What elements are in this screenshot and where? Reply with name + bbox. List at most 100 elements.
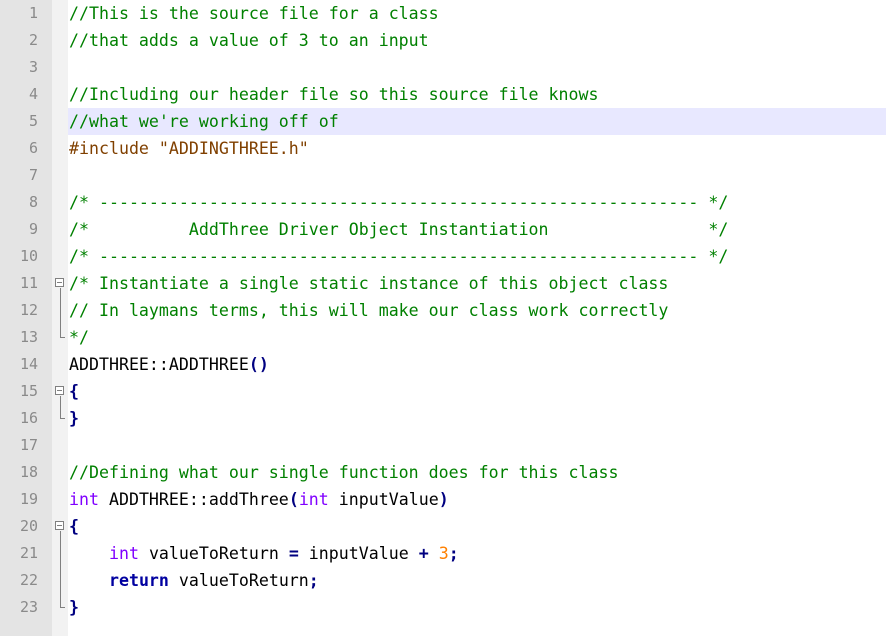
code-line[interactable]: 20 {: [0, 513, 886, 540]
fold-collapse-icon[interactable]: [55, 278, 64, 287]
code-token: inputValue: [298, 544, 419, 563]
code-token: }: [69, 409, 79, 428]
code-text: #include "ADDINGTHREE.h": [69, 135, 309, 162]
code-line[interactable]: 12 // In laymans terms, this will make ou…: [0, 297, 886, 324]
line-number: 1: [28, 4, 38, 22]
code-line[interactable]: 21 int valueToReturn = inputValue + 3;: [0, 540, 886, 567]
code-token: int: [108, 544, 139, 563]
code-token: //Defining what our single function does…: [69, 463, 619, 482]
code-text: return valueToReturn;: [69, 567, 319, 594]
code-token: /* Instantiate a single static instance …: [69, 274, 669, 293]
code-line[interactable]: 14 ADDTHREE::ADDTHREE(): [0, 351, 886, 378]
code-line[interactable]: 15 {: [0, 378, 886, 405]
code-token: /* -------------------------------------…: [69, 247, 729, 266]
code-line[interactable]: 23}: [0, 594, 886, 621]
code-token: inputValue: [328, 490, 439, 509]
code-token: ADDTHREE::addThree: [98, 490, 289, 509]
code-text: // In laymans terms, this will make our …: [69, 297, 668, 324]
line-number: 4: [28, 85, 38, 103]
code-line[interactable]: 17: [0, 432, 886, 459]
code-token: {: [69, 382, 79, 401]
code-token: */: [69, 328, 89, 347]
code-token: +: [418, 544, 429, 563]
code-line[interactable]: 11 /* Instantiate a single static instanc…: [0, 270, 886, 297]
line-number: 13: [19, 328, 38, 346]
code-token: ADDTHREE::ADDTHREE: [69, 355, 249, 374]
code-line[interactable]: 22 return valueToReturn;: [0, 567, 886, 594]
line-number: 6: [28, 139, 38, 157]
code-line-current[interactable]: 5 //what we're working off of: [0, 108, 886, 135]
code-line[interactable]: 4 //Including our header file so this sou…: [0, 81, 886, 108]
line-number: 7: [28, 166, 38, 184]
code-token: valueToReturn: [168, 571, 309, 590]
code-text: int valueToReturn = inputValue + 3;: [69, 540, 459, 567]
line-number: 21: [19, 544, 38, 562]
code-text: //Defining what our single function does…: [69, 459, 618, 486]
code-text: /* AddThree Driver Object Instantiation …: [69, 216, 728, 243]
line-number: 20: [19, 517, 38, 535]
code-token: int: [298, 490, 329, 509]
code-line[interactable]: 13 */: [0, 324, 886, 351]
code-text: //Including our header file so this sour…: [69, 81, 599, 108]
line-number: 8: [28, 193, 38, 211]
code-text: //what we're working off of: [69, 108, 339, 135]
code-editor[interactable]: 1 //This is the source file for a class 2 /…: [0, 0, 886, 636]
constructor-body-fold-line: [60, 396, 61, 418]
code-token: {: [69, 517, 79, 536]
code-text: }: [69, 594, 79, 621]
fold-collapse-icon[interactable]: [55, 521, 64, 530]
line-number: 23: [19, 598, 38, 616]
fold-collapse-icon[interactable]: [55, 386, 64, 395]
code-line[interactable]: 10 /* -----------------------------------…: [0, 243, 886, 270]
code-token: (: [288, 490, 299, 509]
code-line[interactable]: 2 //that adds a value of 3 to an input: [0, 27, 886, 54]
line-number: 10: [19, 247, 38, 265]
line-number: 5: [28, 112, 38, 130]
code-text: /* -------------------------------------…: [69, 243, 728, 270]
code-token: ): [438, 490, 449, 509]
line-number: 18: [19, 463, 38, 481]
code-text: }: [69, 405, 79, 432]
code-line[interactable]: 3: [0, 54, 886, 81]
line-number: 15: [19, 382, 38, 400]
function-body-fold-line: [60, 531, 61, 607]
code-text: */: [69, 324, 89, 351]
code-text: /* -------------------------------------…: [69, 189, 728, 216]
code-token: #include "ADDINGTHREE.h": [69, 139, 309, 158]
line-number: 17: [19, 436, 38, 454]
code-token: //Including our header file so this sour…: [69, 85, 599, 104]
code-text: ADDTHREE::ADDTHREE(): [69, 351, 269, 378]
code-token: /* AddThree Driver Object Instantiation …: [69, 220, 729, 239]
code-line[interactable]: 9 /* AddThree Driver Object Instantiation…: [0, 216, 886, 243]
line-number: 12: [19, 301, 38, 319]
code-line[interactable]: 7: [0, 162, 886, 189]
code-token: //what we're working off of: [69, 112, 339, 131]
line-number: 9: [28, 220, 38, 238]
code-token: /* -------------------------------------…: [69, 193, 729, 212]
code-line[interactable]: 8 /* ------------------------------------…: [0, 189, 886, 216]
code-token: return: [108, 571, 169, 590]
code-token: //that adds a value of 3 to an input: [69, 31, 429, 50]
code-token: }: [69, 598, 79, 617]
code-token: ;: [308, 571, 319, 590]
code-line[interactable]: 6 #include "ADDINGTHREE.h": [0, 135, 886, 162]
comment-block-fold-end: [60, 337, 65, 338]
code-text: //This is the source file for a class: [69, 0, 439, 27]
function-body-fold-end: [60, 607, 65, 608]
line-number: 2: [28, 31, 38, 49]
code-token: (): [248, 355, 269, 374]
code-token: valueToReturn: [138, 544, 289, 563]
code-text: /* Instantiate a single static instance …: [69, 270, 668, 297]
line-number: 16: [19, 409, 38, 427]
comment-block-fold-line: [60, 288, 61, 337]
code-text: {: [69, 378, 79, 405]
code-line[interactable]: 16}: [0, 405, 886, 432]
code-line[interactable]: 1 //This is the source file for a class: [0, 0, 886, 27]
line-number: 19: [19, 490, 38, 508]
code-line[interactable]: 18 //Defining what our single function do…: [0, 459, 886, 486]
code-line[interactable]: 19 int ADDTHREE::addThree(int inputValue): [0, 486, 886, 513]
code-token: =: [288, 544, 299, 563]
line-number: 22: [19, 571, 38, 589]
